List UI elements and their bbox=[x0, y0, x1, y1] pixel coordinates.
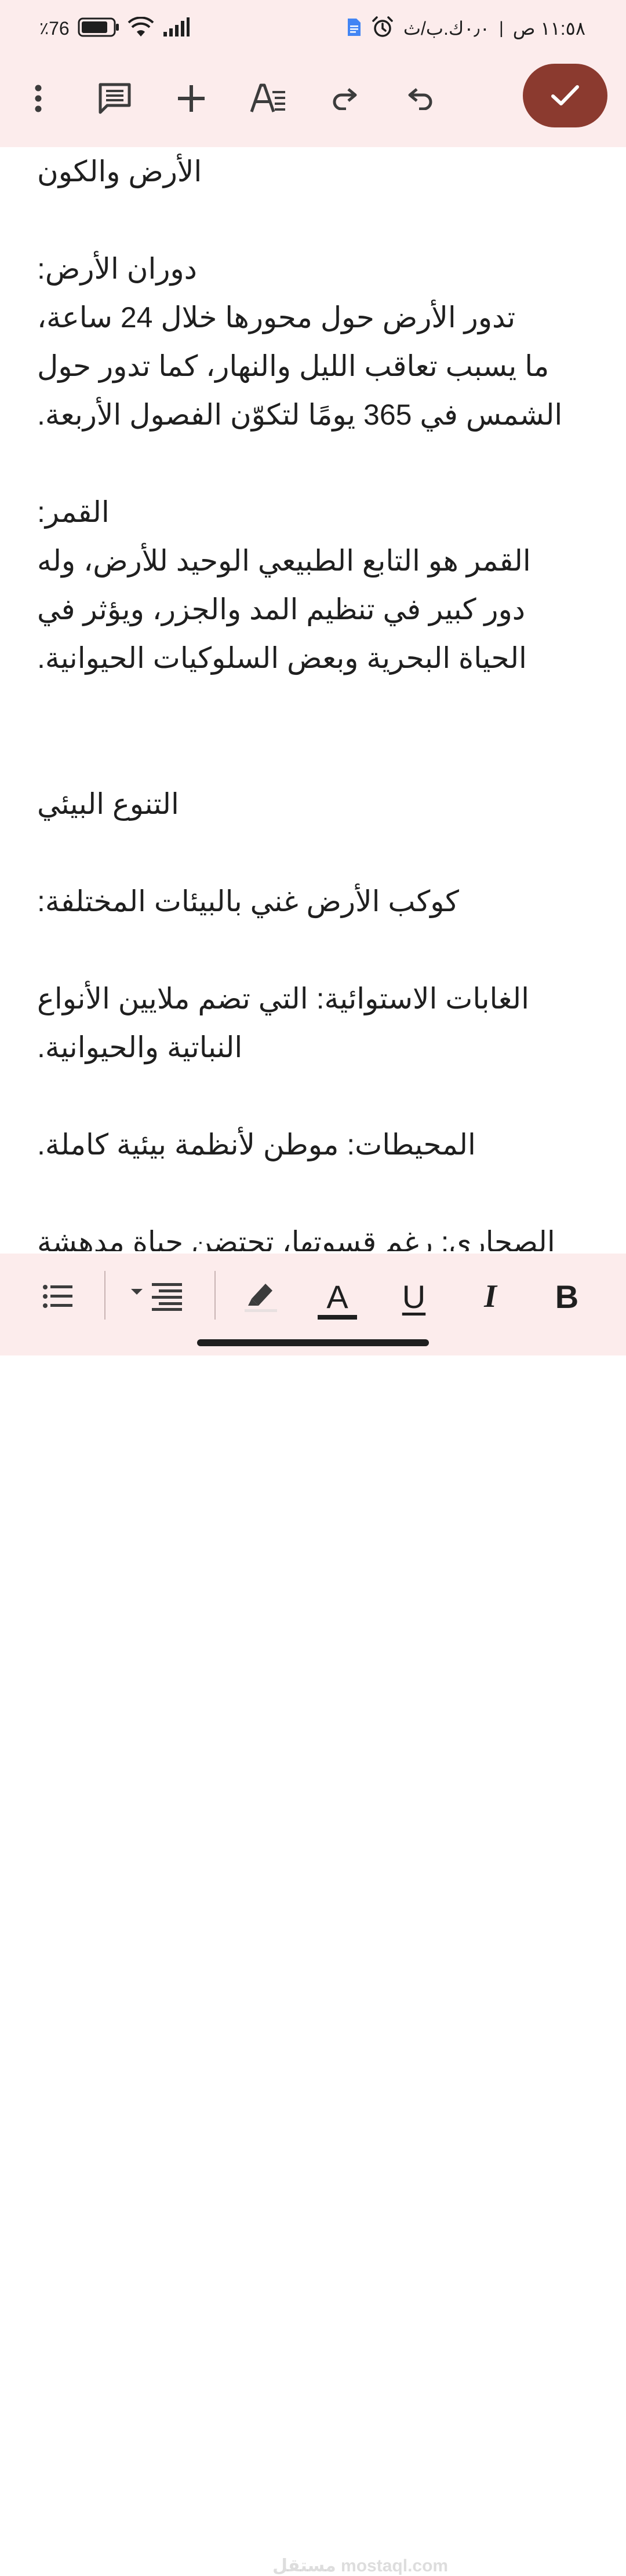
insert-button[interactable] bbox=[167, 74, 216, 123]
wifi-icon bbox=[128, 16, 154, 41]
doc-line: الغابات الاستوائية: التي تضم ملايين الأن… bbox=[37, 982, 529, 1015]
more-vert-icon bbox=[35, 85, 42, 112]
text-color-swatch bbox=[318, 1315, 357, 1320]
bold-button[interactable]: B bbox=[539, 1269, 595, 1324]
underline-label: U bbox=[402, 1278, 426, 1315]
check-icon bbox=[551, 85, 579, 105]
clock: ١١:٥٨ ص bbox=[512, 18, 585, 39]
alignment-button[interactable] bbox=[129, 1269, 184, 1324]
battery-percent-sign: ٪ bbox=[39, 19, 49, 38]
doc-heading: دوران الأرض: bbox=[37, 253, 197, 285]
doc-line bbox=[37, 731, 576, 780]
insert-icon bbox=[178, 85, 205, 112]
editor-toolbar bbox=[0, 58, 626, 147]
status-separator: | bbox=[498, 19, 504, 38]
redo-button[interactable] bbox=[320, 74, 369, 123]
doc-line bbox=[37, 1169, 576, 1218]
bold-label: B bbox=[555, 1278, 579, 1315]
status-bar-left: ٪ 76 bbox=[39, 14, 190, 43]
gesture-handle[interactable] bbox=[197, 1339, 429, 1346]
battery-percent: 76 bbox=[49, 17, 70, 39]
document-body[interactable]: الأرض والكون دوران الأرض: تدور الأرض حول… bbox=[37, 147, 576, 1251]
redo-icon bbox=[333, 88, 357, 110]
doc-line: القمر هو التابع الطبيعي الوحيد للأرض، ول… bbox=[37, 545, 531, 577]
highlighter-icon bbox=[245, 1284, 277, 1312]
align-right-icon bbox=[131, 1283, 182, 1311]
doc-line bbox=[37, 926, 576, 974]
comment-button[interactable] bbox=[90, 74, 139, 123]
bulleted-list-icon bbox=[43, 1285, 72, 1308]
doc-line: الحياة البحرية وبعض السلوكيات الحيوانية. bbox=[37, 642, 527, 674]
toolbar-divider bbox=[214, 1271, 216, 1320]
doc-line: كوكب الأرض غني بالبيئات المختلفة: bbox=[37, 885, 459, 918]
doc-heading: القمر: bbox=[37, 496, 110, 528]
bulleted-list-button[interactable] bbox=[30, 1269, 86, 1324]
italic-label: I bbox=[484, 1278, 497, 1314]
doc-line: تدور الأرض حول محورها خلال 24 ساعة، bbox=[37, 301, 516, 334]
docs-app-icon bbox=[347, 17, 362, 40]
alarm-icon bbox=[371, 16, 394, 42]
battery-icon bbox=[78, 17, 119, 40]
doc-section-title: التنوع البيئي bbox=[37, 788, 179, 820]
toolbar-divider bbox=[104, 1271, 105, 1320]
text-format-button[interactable] bbox=[243, 74, 292, 123]
undo-button[interactable] bbox=[396, 74, 445, 123]
doc-line: دور كبير في تنظيم المد والجزر، ويؤثر في bbox=[37, 593, 525, 626]
doc-line bbox=[37, 828, 576, 877]
doc-line bbox=[37, 439, 576, 488]
status-bar: ٪ 76 ٠٫٠ك.ب/ث | ١١:٥٨ ص bbox=[0, 0, 626, 58]
doc-line: المحيطات: موطن لأنظمة بيئية كاملة. bbox=[37, 1128, 476, 1161]
status-bar-right: ٠٫٠ك.ب/ث | ١١:٥٨ ص bbox=[347, 14, 585, 43]
text-format-icon bbox=[250, 83, 285, 112]
doc-line: الشمس في 365 يومًا لتكوّن الفصول الأربعة… bbox=[37, 399, 563, 431]
highlight-button[interactable] bbox=[233, 1269, 289, 1324]
italic-button[interactable]: I bbox=[463, 1269, 518, 1324]
undo-icon bbox=[408, 88, 432, 110]
doc-line: الصحاري: رغم قسوتها، تحتضن حياة مدهشة bbox=[37, 1226, 555, 1251]
doc-line bbox=[37, 196, 576, 244]
network-speed: ٠٫٠ك.ب/ث bbox=[403, 18, 490, 39]
comment-icon bbox=[99, 83, 131, 114]
doc-line bbox=[37, 1072, 576, 1120]
watermark: مستقل mostaql.com bbox=[272, 2556, 449, 2575]
doc-line bbox=[37, 682, 576, 731]
text-color-label: A bbox=[326, 1278, 348, 1315]
doc-line: النباتية والحيوانية. bbox=[37, 1031, 243, 1064]
underline-button[interactable]: U bbox=[386, 1269, 442, 1324]
doc-line: ما يسبب تعاقب الليل والنهار، كما تدور حو… bbox=[37, 350, 549, 382]
signal-icon bbox=[162, 17, 190, 41]
more-options-button[interactable] bbox=[14, 74, 63, 123]
done-button[interactable] bbox=[523, 64, 607, 127]
doc-title: الأرض والكون bbox=[37, 155, 202, 188]
text-color-button[interactable]: A bbox=[310, 1269, 365, 1324]
